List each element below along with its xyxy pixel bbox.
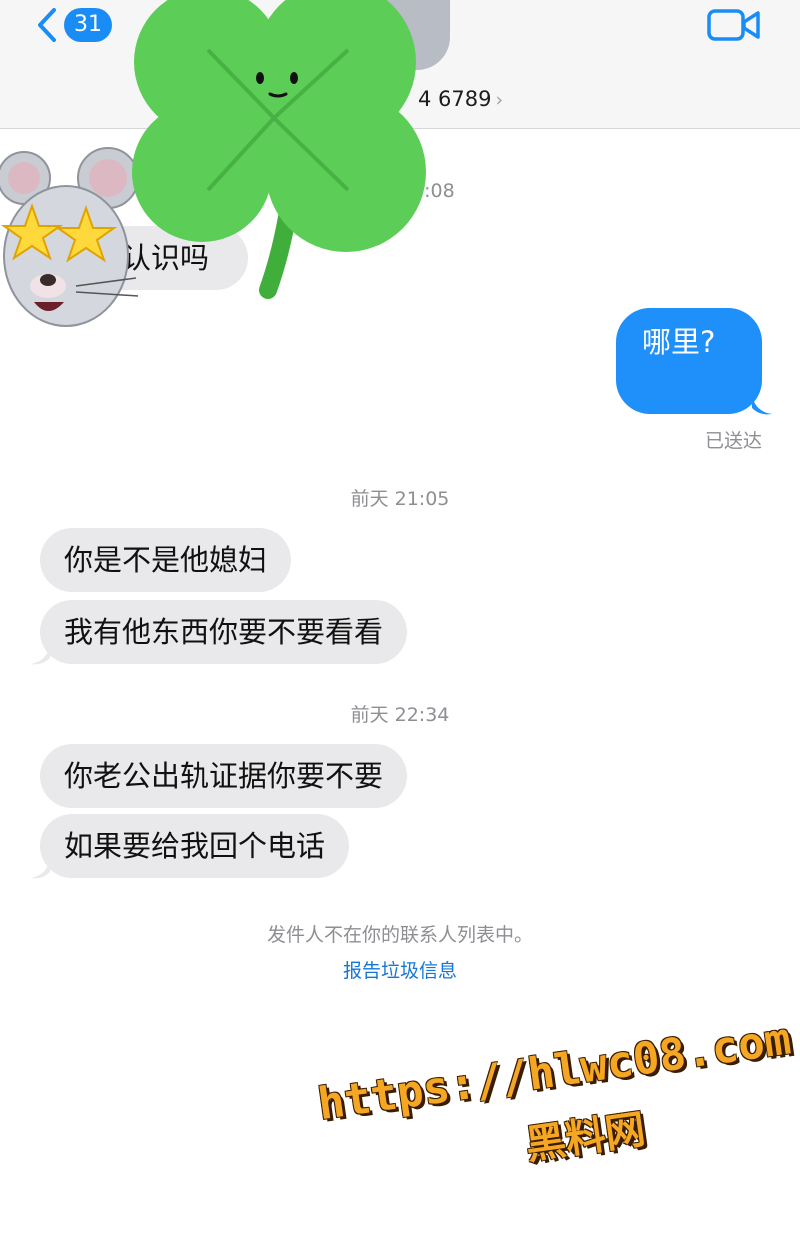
- delivered-status: 已送达: [704, 430, 762, 452]
- message-text: 如果要给我回个电话: [64, 829, 326, 863]
- timestamp: 前天 21:05: [350, 488, 450, 510]
- incoming-bubble-tail: [30, 860, 50, 879]
- timestamp: 前天 22:34: [350, 704, 450, 726]
- incoming-bubble-tail: [30, 646, 50, 665]
- message-text: 哪里?: [642, 325, 716, 359]
- message-text: 你老公出轨证据你要不要: [64, 759, 384, 793]
- unknown-sender-notice: 发件人不在你的联系人列表中。: [266, 924, 533, 946]
- message-bubble-incoming[interactable]: 你是不是他媳妇: [40, 528, 292, 592]
- clover-sticker: [132, 0, 426, 299]
- message-bubble-incoming[interactable]: 你老公出轨证据你要不要: [40, 744, 408, 808]
- back-chevron-icon[interactable]: [30, 4, 64, 46]
- report-junk-link[interactable]: 报告垃圾信息: [0, 956, 800, 983]
- message-bubble-incoming[interactable]: 我有他东西你要不要看看: [40, 600, 408, 664]
- watermark: https://hlwc08.com 黑料网: [312, 1000, 794, 1198]
- message-bubble-outgoing[interactable]: 哪里?: [616, 308, 762, 414]
- outgoing-bubble-tail: [752, 396, 772, 415]
- message-text: 你是不是他媳妇: [64, 543, 268, 577]
- message-text: 我有他东西你要不要看看: [64, 615, 384, 649]
- chevron-right-icon: ›: [495, 89, 504, 111]
- message-bubble-incoming[interactable]: 如果要给我回个电话: [40, 814, 350, 878]
- watermark-site-name: 黑料网: [522, 1106, 649, 1169]
- video-call-icon[interactable]: [706, 6, 762, 44]
